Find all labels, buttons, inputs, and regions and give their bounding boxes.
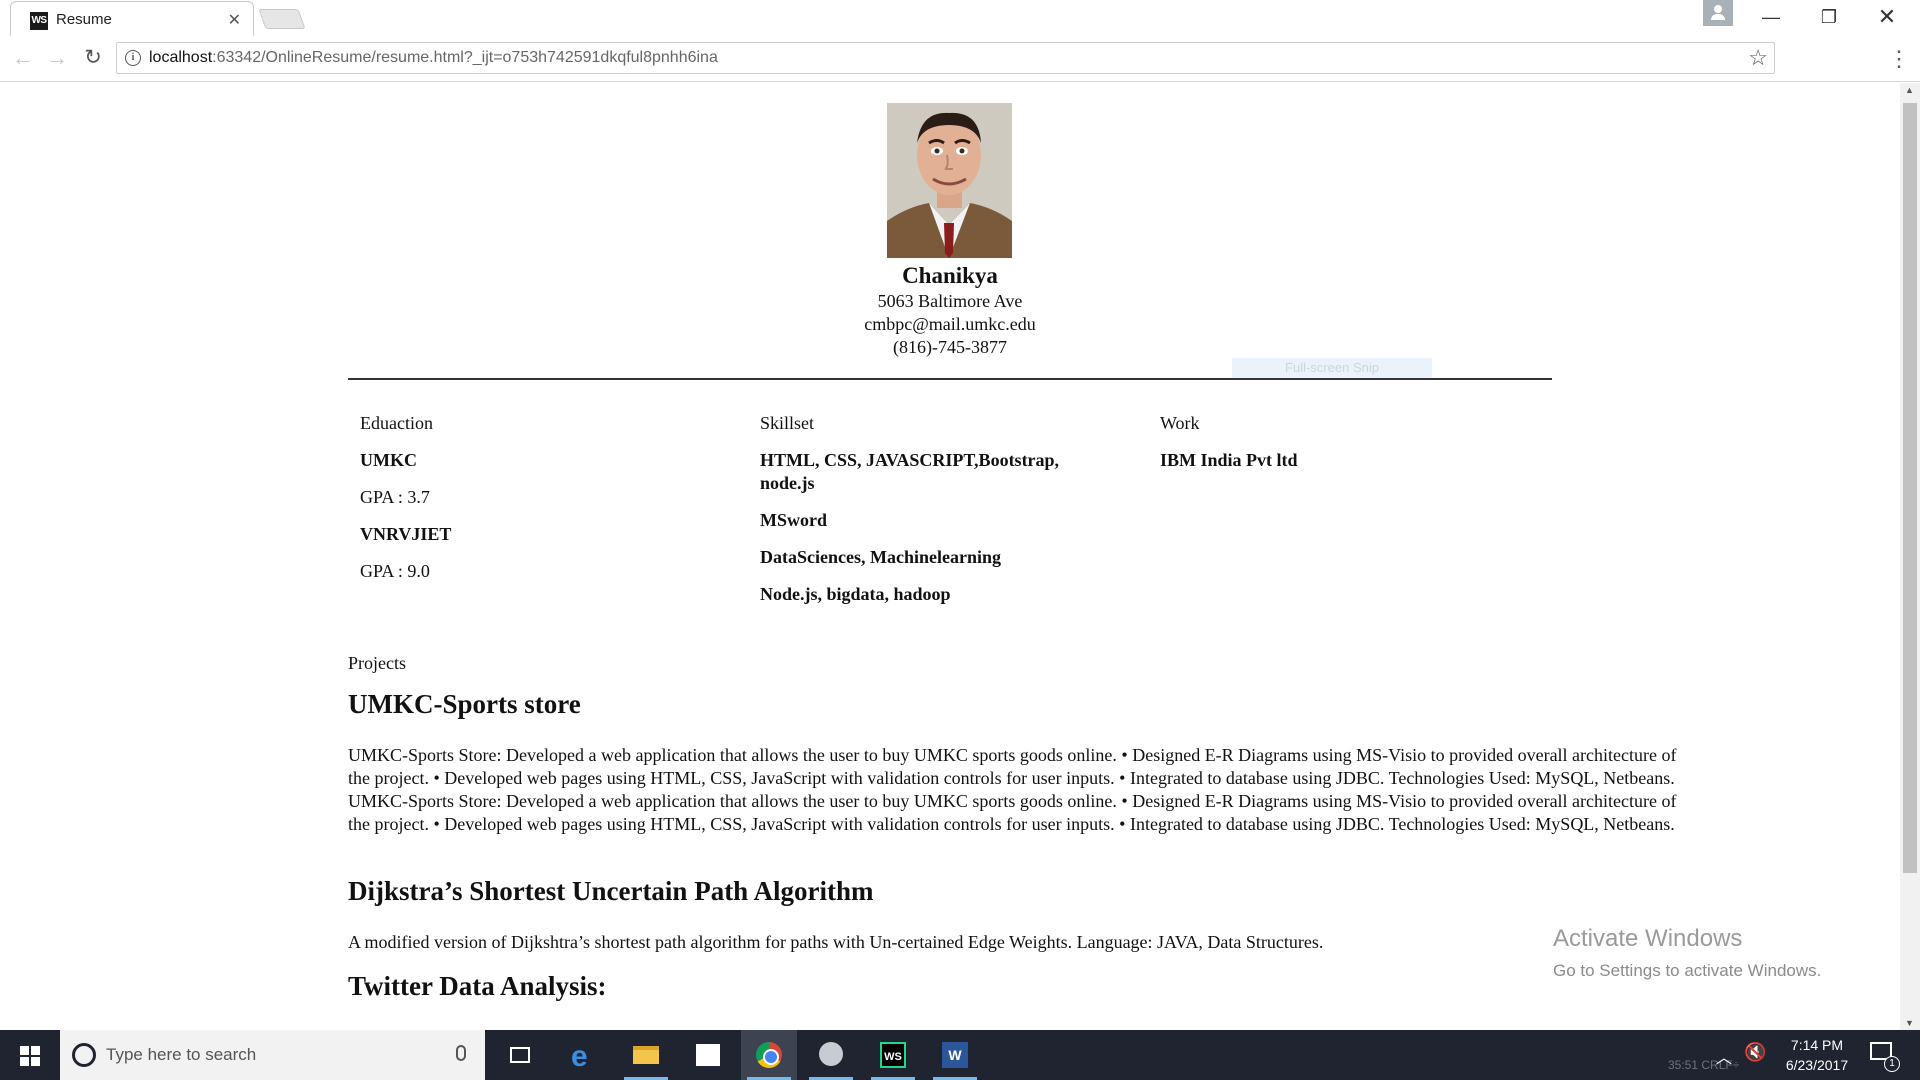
education-gpa: GPA : 9.0 [360, 561, 430, 581]
scroll-thumb[interactable] [1903, 103, 1917, 873]
skill-item: MSword [760, 510, 827, 530]
header-divider [348, 378, 1552, 380]
show-hidden-icons-icon[interactable]: ︿ [1716, 1044, 1732, 1068]
profile-photo [887, 103, 1012, 258]
search-placeholder: Type here to search [106, 1045, 257, 1064]
store-glyph [696, 1044, 720, 1066]
webstorm-icon[interactable]: WS [865, 1030, 921, 1080]
skill-item: HTML, CSS, JAVASCRIPT,Bootstrap, node.js [760, 450, 1060, 493]
snipping-tool-icon[interactable] [803, 1030, 859, 1080]
person-name: Chanikya [902, 263, 998, 288]
watermark-title: Activate Windows [1553, 925, 1743, 952]
url-text[interactable]: localhost:63342/OnlineResume/resume.html… [149, 49, 718, 67]
scroll-up-icon[interactable]: ▲ [1905, 85, 1914, 95]
project-title: Dijkstra’s Shortest Uncertain Path Algor… [348, 876, 874, 906]
education-school: UMKC [360, 450, 417, 470]
chrome-icon[interactable] [741, 1030, 797, 1080]
tab-close-icon[interactable]: ✕ [228, 10, 241, 30]
restore-button[interactable]: ❐ [1806, 4, 1852, 30]
browser-toolbar: ← → ↻ i localhost:63342/OnlineResume/res… [0, 36, 1920, 82]
bookmark-star-icon[interactable]: ☆ [1748, 45, 1768, 71]
webstorm-glyph: WS [880, 1042, 906, 1068]
project-title: Twitter Data Analysis: [348, 971, 607, 1001]
word-icon[interactable]: W [927, 1030, 983, 1080]
info-icon[interactable]: i [125, 50, 141, 66]
education-column: Eduaction UMKC GPA : 3.7 VNRVJIET GPA : … [360, 413, 720, 597]
project-description: UMKC-Sports Store: Developed a web appli… [348, 745, 1677, 834]
skillset-heading: Skillset [760, 413, 815, 433]
cortana-icon [72, 1043, 96, 1067]
email: cmbpc@mail.umkc.edu [864, 314, 1036, 334]
education-gpa: GPA : 3.7 [360, 487, 430, 507]
tab-resume[interactable]: WS Resume ✕ [10, 1, 254, 37]
microphone-icon[interactable] [456, 1045, 466, 1061]
kebab-menu-icon[interactable]: ⋮ [1888, 46, 1910, 72]
windows-start-icon[interactable] [0, 1030, 60, 1080]
activate-windows-watermark: Activate Windows Go to Settings to activ… [1553, 925, 1821, 981]
watermark-subtitle: Go to Settings to activate Windows. [1553, 961, 1822, 980]
taskbar: Type here to search e WS W 35:51 CRLF÷ ︿… [0, 1030, 1920, 1080]
education-school: VNRVJIET [360, 524, 452, 544]
work-heading: Work [1160, 413, 1200, 433]
address: 5063 Baltimore Ave [877, 291, 1023, 311]
edge-browser-icon[interactable]: e [556, 1030, 612, 1080]
snip-tooltip: Full-screen Snip [1232, 358, 1432, 378]
address-bar[interactable]: i localhost:63342/OnlineResume/resume.ht… [116, 42, 1775, 74]
reload-button[interactable]: ↻ [80, 46, 106, 72]
back-button[interactable]: ← [10, 46, 36, 72]
project-description: A modified version of Dijkshtra’s shorte… [348, 932, 1324, 952]
store-icon[interactable] [680, 1030, 736, 1080]
url-path: :63342/OnlineResume/resume.html?_ijt=o75… [212, 49, 718, 66]
edge-glyph: e [571, 1040, 588, 1073]
page-viewport: Chanikya 5063 Baltimore Ave cmbpc@mail.u… [0, 83, 1900, 1030]
forward-button[interactable]: → [44, 46, 70, 72]
clock-time: 7:14 PM [1790, 1037, 1844, 1053]
work-column: Work IBM India Pvt ltd [1160, 413, 1520, 486]
notification-count-badge: 1 [1884, 1056, 1900, 1072]
profile-photo-image [887, 103, 1012, 258]
tab-strip: WS Resume ✕ — ❐ ✕ [0, 0, 1920, 37]
folder-glyph [633, 1046, 659, 1064]
clock-date: 6/23/2017 [1785, 1057, 1849, 1073]
skill-item: DataSciences, Machinelearning [760, 547, 1001, 567]
project-title: UMKC-Sports store [348, 689, 581, 719]
close-window-button[interactable]: ✕ [1864, 4, 1910, 30]
vertical-scrollbar[interactable]: ▲ ▼ [1900, 83, 1920, 1030]
minimize-button[interactable]: — [1748, 4, 1794, 30]
snipping-glyph [819, 1042, 843, 1066]
url-host: localhost [149, 49, 213, 66]
webstorm-favicon-icon: WS [30, 12, 48, 30]
scroll-down-icon[interactable]: ▼ [1905, 1018, 1914, 1028]
education-heading: Eduaction [360, 413, 433, 433]
tab-title: Resume [56, 11, 112, 28]
skill-item: Node.js, bigdata, hadoop [760, 584, 951, 604]
task-view-icon[interactable] [492, 1030, 548, 1080]
new-tab-button[interactable] [258, 9, 306, 29]
phone: (816)-745-3877 [893, 337, 1007, 357]
file-explorer-icon[interactable] [618, 1030, 674, 1080]
work-item: IBM India Pvt ltd [1160, 450, 1298, 470]
chrome-glyph [756, 1042, 782, 1068]
projects-label: Projects [348, 653, 406, 673]
word-glyph: W [942, 1042, 968, 1068]
task-view-glyph [510, 1047, 530, 1063]
taskbar-search[interactable]: Type here to search [60, 1030, 485, 1080]
taskbar-clock[interactable]: 7:14 PM 6/23/2017 [1762, 1035, 1872, 1075]
skillset-column: Skillset HTML, CSS, JAVASCRIPT,Bootstrap… [760, 413, 1120, 620]
profile-icon[interactable] [1703, 0, 1733, 26]
